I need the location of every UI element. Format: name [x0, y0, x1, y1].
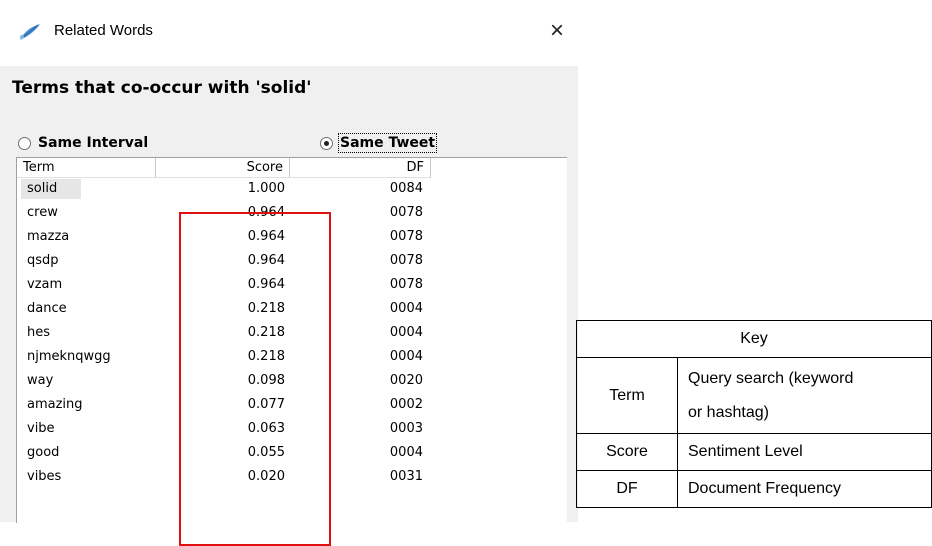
- key-title: Key: [576, 320, 932, 358]
- radio-label-same-tweet: Same Tweet: [337, 133, 438, 153]
- list-header: Term Score DF: [17, 158, 567, 180]
- term-cell: vzam: [27, 277, 63, 292]
- term-cell: mazza: [27, 229, 70, 244]
- term-cell: qsdp: [27, 253, 59, 268]
- term-cell: hes: [27, 325, 51, 340]
- list-item[interactable]: solid 1.000 0084: [17, 179, 567, 200]
- radio-circle-selected-icon: [320, 136, 333, 150]
- column-header-term[interactable]: Term: [17, 158, 156, 178]
- key-df-label: DF: [576, 470, 678, 508]
- term-cell: good: [27, 445, 60, 460]
- key-table: Key Term Query search (keyword or hashta…: [576, 320, 932, 508]
- radio-same-tweet[interactable]: Same Tweet: [320, 133, 438, 153]
- score-cell: 1.000: [247, 181, 285, 196]
- feather-icon: [20, 24, 40, 40]
- title-bar: Related Words ×: [0, 0, 578, 66]
- term-cell: vibe: [27, 421, 55, 436]
- dialog-heading: Terms that co-occur with 'solid': [12, 78, 312, 98]
- window-title: Related Words: [54, 22, 153, 39]
- key-term-meaning: Query search (keyword or hashtag): [677, 356, 932, 435]
- score-highlight-box: [179, 212, 331, 546]
- term-cell: way: [27, 373, 54, 388]
- key-df-meaning: Document Frequency: [677, 470, 932, 508]
- df-cell: 0084: [389, 181, 423, 196]
- close-button[interactable]: ×: [540, 14, 574, 48]
- key-term-meaning-line2: or hashtag): [688, 403, 769, 421]
- term-cell: vibes: [27, 469, 62, 484]
- key-term-meaning-line1: Query search (keyword: [688, 369, 854, 387]
- radio-label-same-interval: Same Interval: [38, 135, 149, 151]
- term-cell: njmeknqwgg: [27, 349, 111, 364]
- column-header-score[interactable]: Score: [156, 158, 290, 178]
- key-term-label: Term: [576, 356, 678, 435]
- column-header-df[interactable]: DF: [290, 158, 431, 178]
- term-cell: crew: [27, 205, 58, 220]
- radio-same-interval[interactable]: Same Interval: [18, 133, 148, 153]
- radio-circle-icon: [18, 136, 31, 150]
- term-cell: amazing: [27, 397, 83, 412]
- term-cell: solid: [27, 181, 58, 196]
- key-score-label: Score: [576, 433, 678, 471]
- key-score-meaning: Sentiment Level: [677, 433, 932, 471]
- term-cell: dance: [27, 301, 67, 316]
